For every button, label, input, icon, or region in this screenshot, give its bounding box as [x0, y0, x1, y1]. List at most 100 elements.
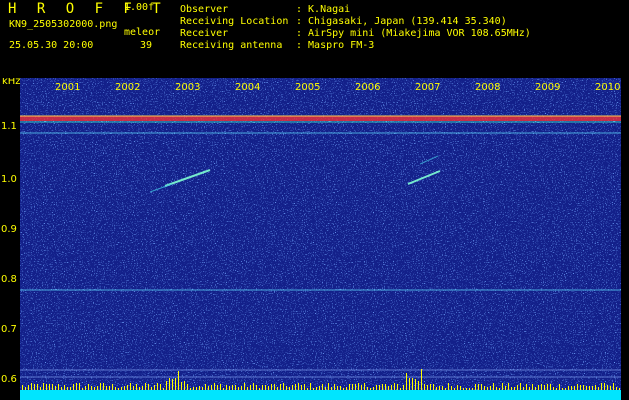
activity-bar: [466, 388, 467, 390]
x-tick-label: 2001: [55, 82, 80, 93]
activity-bar: [457, 385, 458, 390]
activity-bar: [196, 387, 197, 390]
activity-bar: [568, 386, 569, 390]
x-tick-label: 2006: [355, 82, 380, 93]
activity-bar: [25, 387, 26, 390]
activity-bar: [385, 384, 386, 390]
activity-bar: [55, 386, 56, 390]
activity-bar: [67, 387, 68, 390]
activity-bar: [307, 388, 308, 390]
activity-bar: [316, 387, 317, 390]
activity-bar: [433, 384, 434, 390]
activity-bar: [79, 383, 80, 390]
activity-bar: [118, 388, 119, 390]
activity-bar: [508, 383, 509, 390]
activity-bar: [58, 384, 59, 390]
activity-bar: [394, 383, 395, 390]
activity-bar: [52, 384, 53, 390]
activity-bar: [556, 388, 557, 390]
x-tick-label: 2003: [175, 82, 200, 93]
activity-bar: [208, 386, 209, 390]
activity-bar: [601, 383, 602, 390]
activity-bar: [46, 384, 47, 390]
activity-bar: [142, 386, 143, 390]
activity-bar: [607, 385, 608, 390]
activity-bar: [37, 384, 38, 390]
date-time: 25.05.30 20:00: [9, 40, 94, 51]
activity-bar: [334, 384, 335, 390]
activity-bar: [121, 387, 122, 390]
spectrogram-noise: [20, 78, 621, 390]
activity-bar: [238, 387, 239, 390]
activity-bar: [529, 387, 530, 390]
activity-bar: [454, 388, 455, 390]
activity-bar: [163, 388, 164, 390]
activity-bar: [448, 383, 449, 390]
activity-bar: [319, 386, 320, 390]
x-tick-label: 2010: [595, 82, 620, 93]
activity-bar: [76, 383, 77, 390]
activity-bar: [232, 385, 233, 390]
activity-bar: [592, 386, 593, 390]
activity-bar: [190, 388, 191, 390]
activity-bar: [502, 383, 503, 390]
activity-bar: [295, 384, 296, 390]
x-tick-label: 2004: [235, 82, 260, 93]
activity-bar: [586, 386, 587, 390]
antenna-value: : Maspro FM-3: [296, 40, 375, 51]
x-tick-label: 2008: [475, 82, 500, 93]
activity-bar: [199, 386, 200, 390]
activity-bar: [484, 386, 485, 390]
activity-bar: [187, 384, 188, 390]
baseline-strip: [20, 390, 621, 400]
activity-bar: [535, 387, 536, 390]
activity-bar: [253, 383, 254, 390]
activity-bar: [562, 388, 563, 390]
activity-bar: [331, 387, 332, 390]
activity-bar: [580, 385, 581, 390]
activity-bar: [97, 386, 98, 390]
activity-bar: [244, 383, 245, 390]
activity-bar: [277, 387, 278, 390]
activity-bar: [241, 386, 242, 390]
activity-bar: [265, 385, 266, 390]
activity-bar: [106, 386, 107, 390]
activity-bar: [145, 383, 146, 390]
activity-bar: [220, 384, 221, 390]
activity-bar: [289, 387, 290, 390]
activity-bar: [361, 385, 362, 390]
activity-bar: [364, 383, 365, 390]
location-value: : Chigasaki, Japan (139.414 35.340): [296, 16, 507, 27]
activity-bar: [85, 386, 86, 390]
activity-bar: [358, 383, 359, 390]
activity-bar: [157, 383, 158, 390]
activity-bar: [301, 385, 302, 390]
carrier-band: [20, 116, 621, 121]
activity-bar: [127, 385, 128, 390]
activity-bar: [517, 385, 518, 390]
activity-bar: [424, 384, 425, 390]
version-label: 1.00f: [124, 2, 155, 13]
y-tick-label: 1.1: [1, 121, 17, 132]
activity-bar: [94, 387, 95, 390]
activity-bar: [541, 384, 542, 390]
activity-bar: [172, 379, 173, 390]
activity-bar: [73, 384, 74, 390]
activity-bar: [322, 384, 323, 390]
activity-bar: [31, 383, 32, 390]
activity-bar: [523, 387, 524, 390]
activity-bar: [505, 386, 506, 390]
activity-bar: [589, 386, 590, 390]
activity-bar: [256, 385, 257, 390]
activity-bar: [403, 385, 404, 390]
activity-bar: [34, 384, 35, 390]
activity-bar: [481, 384, 482, 390]
activity-bar: [28, 385, 29, 390]
activity-bar: [346, 387, 347, 390]
activity-bar: [388, 386, 389, 390]
activity-bar: [181, 382, 182, 390]
activity-bar: [166, 381, 167, 390]
activity-bar: [247, 387, 248, 390]
activity-bar: [391, 385, 392, 390]
activity-bar: [349, 384, 350, 390]
